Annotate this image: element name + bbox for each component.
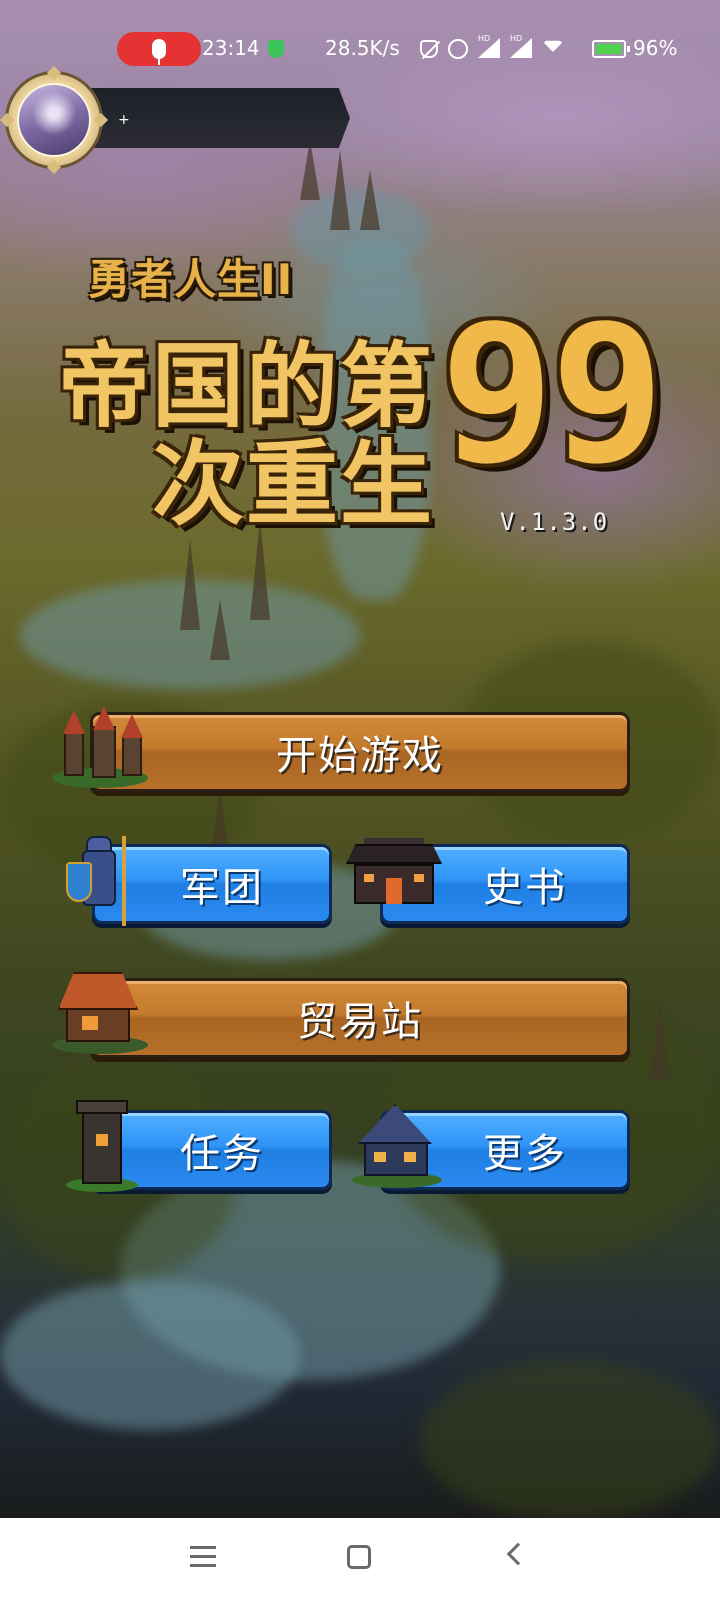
quests-label: 任务 xyxy=(180,1131,264,1177)
trading-post-button[interactable]: 贸易站 xyxy=(90,978,630,1058)
microphone-icon xyxy=(152,39,166,65)
legion-label: 军团 xyxy=(180,865,264,911)
menu-icon[interactable] xyxy=(190,1546,216,1568)
signal-1-icon: HD xyxy=(478,34,500,60)
temple-hall-icon xyxy=(346,838,442,934)
game-subtitle: 勇者人生II xyxy=(88,255,294,304)
mute-icon xyxy=(420,40,438,58)
back-icon[interactable] xyxy=(506,1542,530,1566)
trading-post-label: 贸易站 xyxy=(297,999,423,1045)
status-time: 23:14 xyxy=(202,36,260,60)
system-navigation-bar xyxy=(0,1518,720,1600)
shop-house-icon xyxy=(52,972,148,1058)
battery-percent: 96% xyxy=(633,36,678,60)
game-title-line-2: 次重生 xyxy=(152,431,435,538)
home-icon[interactable] xyxy=(347,1545,371,1569)
signal-2-icon: HD xyxy=(510,34,532,60)
version-label: V.1.3.0 xyxy=(500,508,609,536)
network-speed: 28.5K/s xyxy=(325,36,400,60)
player-avatar[interactable] xyxy=(0,65,109,175)
more-label: 更多 xyxy=(483,1131,567,1177)
start-game-label: 开始游戏 xyxy=(276,733,444,779)
security-shield-icon xyxy=(268,40,284,58)
status-bar: 23:14 28.5K/s HD HD 96% xyxy=(0,28,720,70)
castle-icon xyxy=(52,706,148,794)
start-game-button[interactable]: 开始游戏 xyxy=(90,712,630,792)
player-name-bar[interactable] xyxy=(70,88,350,148)
knight-icon xyxy=(66,836,132,936)
avatar-image xyxy=(17,83,91,157)
status-icons: HD HD xyxy=(420,34,564,60)
battery-icon xyxy=(592,40,630,58)
wifi-icon xyxy=(542,38,564,60)
player-name: + xyxy=(118,112,130,128)
cottage-icon xyxy=(348,1104,444,1194)
screen-recording-indicator[interactable] xyxy=(117,32,201,66)
alarm-icon xyxy=(448,39,468,59)
history-book-label: 史书 xyxy=(483,865,567,911)
watchtower-icon xyxy=(66,1100,138,1196)
game-title-number: 99 xyxy=(440,284,665,505)
